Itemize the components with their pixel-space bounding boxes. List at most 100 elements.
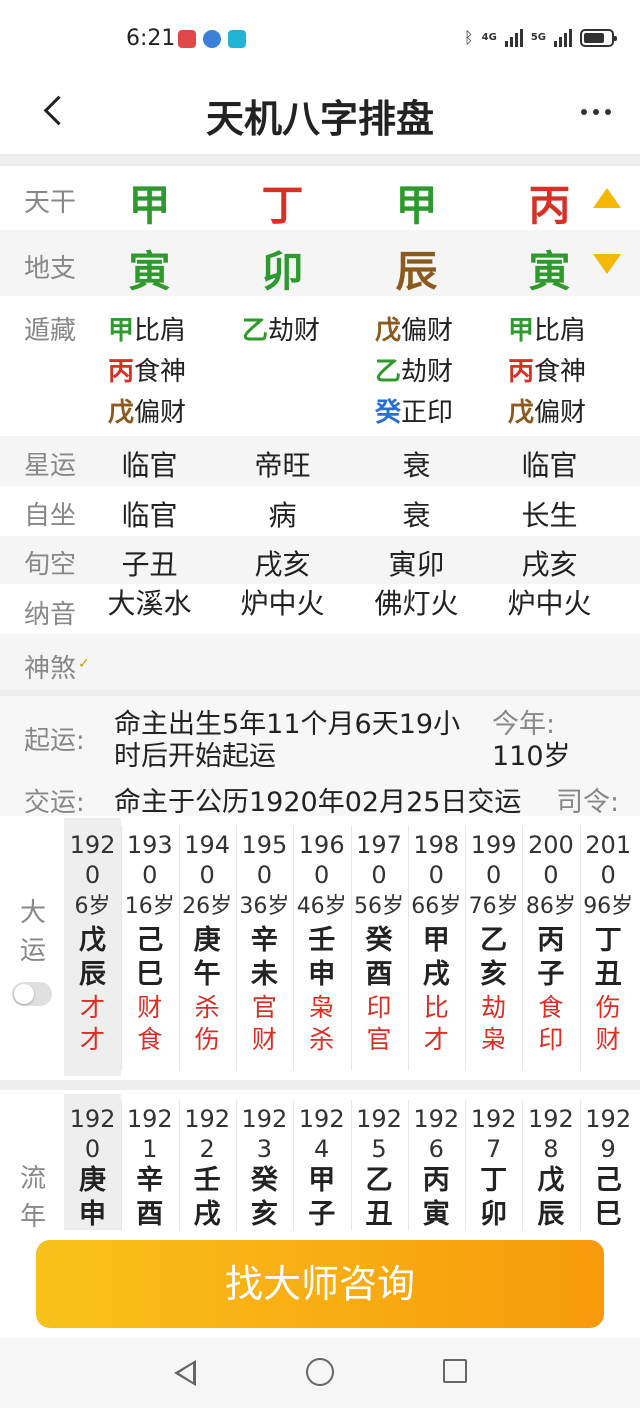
dayun-age: 56岁 <box>354 894 404 919</box>
qiyun-line2: 时后开始起运 <box>114 741 276 772</box>
dayun-column[interactable]: 200 0 86岁丙子食印 <box>522 818 579 1076</box>
dayun-column[interactable]: 201 0 96岁丁丑伤财 <box>580 818 637 1076</box>
column-divider <box>522 1100 524 1230</box>
dayun-gan: 戊 <box>79 925 106 956</box>
jiaoyun-label: 交运: <box>24 788 85 818</box>
liunian-year: 192 <box>184 1105 230 1133</box>
dayun-column[interactable]: 197 0 56岁癸酉印官 <box>351 818 408 1076</box>
dayun-year: 195 <box>241 831 288 859</box>
liunian-year: 0 <box>84 1135 101 1163</box>
dayun-year: 201 <box>585 831 632 859</box>
more-menu-button[interactable] <box>576 94 616 130</box>
divider <box>0 1080 640 1090</box>
dayun-column[interactable]: 192 0 6岁戊辰才才 <box>64 818 121 1076</box>
liunian-gan: 戊 <box>537 1165 565 1196</box>
dayun-shishen-gan: 伤 <box>595 993 621 1022</box>
dayun-column[interactable]: 198 0 66岁甲戌比才 <box>408 818 465 1076</box>
tiangan-day[interactable]: 甲 <box>350 172 483 233</box>
dayun-age: 16岁 <box>124 894 175 919</box>
liunian-zhi: 巳 <box>594 1199 622 1230</box>
liunian-column[interactable]: 192 4 甲子 <box>293 1094 350 1230</box>
signal-icon <box>504 28 523 47</box>
canggan-row: 遁藏 甲比肩 丙食神 戊偏财 乙劫财 戊偏财 乙劫财 癸正印 甲比肩 丙食神 戊… <box>0 296 640 434</box>
dayun-shishen-zhi: 财 <box>251 1025 277 1054</box>
xunkong-year: 子丑 <box>121 548 178 581</box>
dayun-age: 86岁 <box>525 894 576 919</box>
canggan-item: 乙劫财 <box>375 357 454 387</box>
expand-check-icon[interactable]: ✓ <box>78 656 90 672</box>
system-nav-bar <box>0 1338 640 1408</box>
dizhi-month[interactable]: 卯 <box>216 238 349 299</box>
dayun-column[interactable]: 199 0 76岁乙亥劫枭 <box>465 818 522 1076</box>
xunkong-month: 戌亥 <box>254 548 311 581</box>
dayun-year: 0 <box>84 861 101 889</box>
dayun-year: 0 <box>428 861 444 889</box>
notification-app-icon <box>178 30 196 48</box>
column-divider <box>522 826 524 1070</box>
liunian-column[interactable]: 192 8 戊辰 <box>522 1094 579 1230</box>
liunian-column[interactable]: 192 7 丁卯 <box>465 1094 522 1230</box>
nayin-month: 炉中火 <box>240 588 325 620</box>
canggan-item: 戊偏财 <box>375 316 454 346</box>
liunian-zhi: 卯 <box>480 1199 508 1230</box>
liunian-gan: 己 <box>594 1165 622 1196</box>
dayun-section: 大运 192 0 6岁戊辰才才 193 0 16岁己巳财食 194 0 26岁庚午杀伤 195 0 3… <box>0 816 640 1080</box>
dayun-shishen-zhi: 伤 <box>194 1025 220 1054</box>
xingyun-label: 星运 <box>24 451 77 481</box>
xunkong-day: 寅卯 <box>388 548 445 581</box>
liunian-year: 1 <box>142 1135 158 1163</box>
dayun-toggle[interactable] <box>12 982 52 1006</box>
scroll-down-arrow-icon[interactable] <box>593 254 621 274</box>
dayun-gan: 丙 <box>537 925 565 956</box>
tiangan-year[interactable]: 甲 <box>83 172 216 233</box>
canggan-item: 甲比肩 <box>108 316 187 346</box>
xingyun-day: 衰 <box>402 449 431 482</box>
liunian-column[interactable]: 192 2 壬戌 <box>179 1094 236 1230</box>
dayun-column[interactable]: 196 0 46岁壬申枭杀 <box>293 818 350 1076</box>
liunian-zhi: 亥 <box>250 1199 278 1230</box>
column-divider <box>407 826 409 1070</box>
network-4g-label: 4G <box>481 31 497 43</box>
zizuo-day: 衰 <box>402 499 431 532</box>
consult-master-button[interactable]: 找大师咨询 <box>36 1240 604 1328</box>
nav-back-icon[interactable] <box>174 1360 196 1386</box>
nav-recents-icon[interactable] <box>443 1359 467 1383</box>
liunian-year: 192 <box>470 1105 517 1133</box>
liunian-column[interactable]: 192 0 庚申 <box>64 1094 121 1230</box>
liunian-column[interactable]: 192 3 癸亥 <box>236 1094 293 1230</box>
dayun-shishen-zhi: 官 <box>366 1025 392 1054</box>
column-divider <box>178 826 180 1070</box>
scroll-up-arrow-icon[interactable] <box>593 188 621 208</box>
liunian-gan: 庚 <box>79 1165 106 1196</box>
nayin-row: 纳音 大溪水 炉中火 佛灯火 炉中火 <box>0 584 640 634</box>
dayun-column[interactable]: 194 0 26岁庚午杀伤 <box>179 818 236 1076</box>
dayun-gan: 乙 <box>480 925 508 956</box>
liunian-gan: 壬 <box>193 1165 221 1196</box>
canggan-item: 丙食神 <box>108 357 187 387</box>
shensha-row[interactable]: 神煞 ✓ <box>0 634 640 690</box>
dizhi-day[interactable]: 辰 <box>350 238 483 299</box>
jiaoyun-text: 命主于公历1920年02月25日交运 <box>114 787 522 818</box>
liunian-column[interactable]: 192 1 辛酉 <box>121 1094 178 1230</box>
liunian-year: 192 <box>69 1105 116 1133</box>
nav-home-icon[interactable] <box>306 1358 334 1386</box>
liunian-year: 5 <box>371 1135 387 1163</box>
liunian-year: 192 <box>356 1105 402 1133</box>
liunian-year: 6 <box>428 1135 444 1163</box>
page-title: 天机八字排盘 <box>205 97 434 141</box>
liunian-year: 192 <box>241 1105 288 1133</box>
signal-icon-2 <box>554 28 572 47</box>
dizhi-year[interactable]: 寅 <box>83 238 216 299</box>
liunian-year: 9 <box>600 1135 616 1163</box>
dayun-gan: 甲 <box>422 925 450 956</box>
dayun-column[interactable]: 193 0 16岁己巳财食 <box>121 818 178 1076</box>
xingyun-hour: 临官 <box>521 449 578 482</box>
qiyun-label: 起运: <box>24 726 85 756</box>
liunian-column[interactable]: 192 9 己巳 <box>580 1094 637 1230</box>
dayun-column[interactable]: 195 0 36岁辛未官财 <box>236 818 293 1076</box>
tiangan-month[interactable]: 丁 <box>216 172 349 233</box>
liunian-column[interactable]: 192 5 乙丑 <box>351 1094 408 1230</box>
dayun-age: 36岁 <box>239 894 290 919</box>
liunian-column[interactable]: 192 6 丙寅 <box>408 1094 465 1230</box>
column-divider <box>235 1100 237 1230</box>
